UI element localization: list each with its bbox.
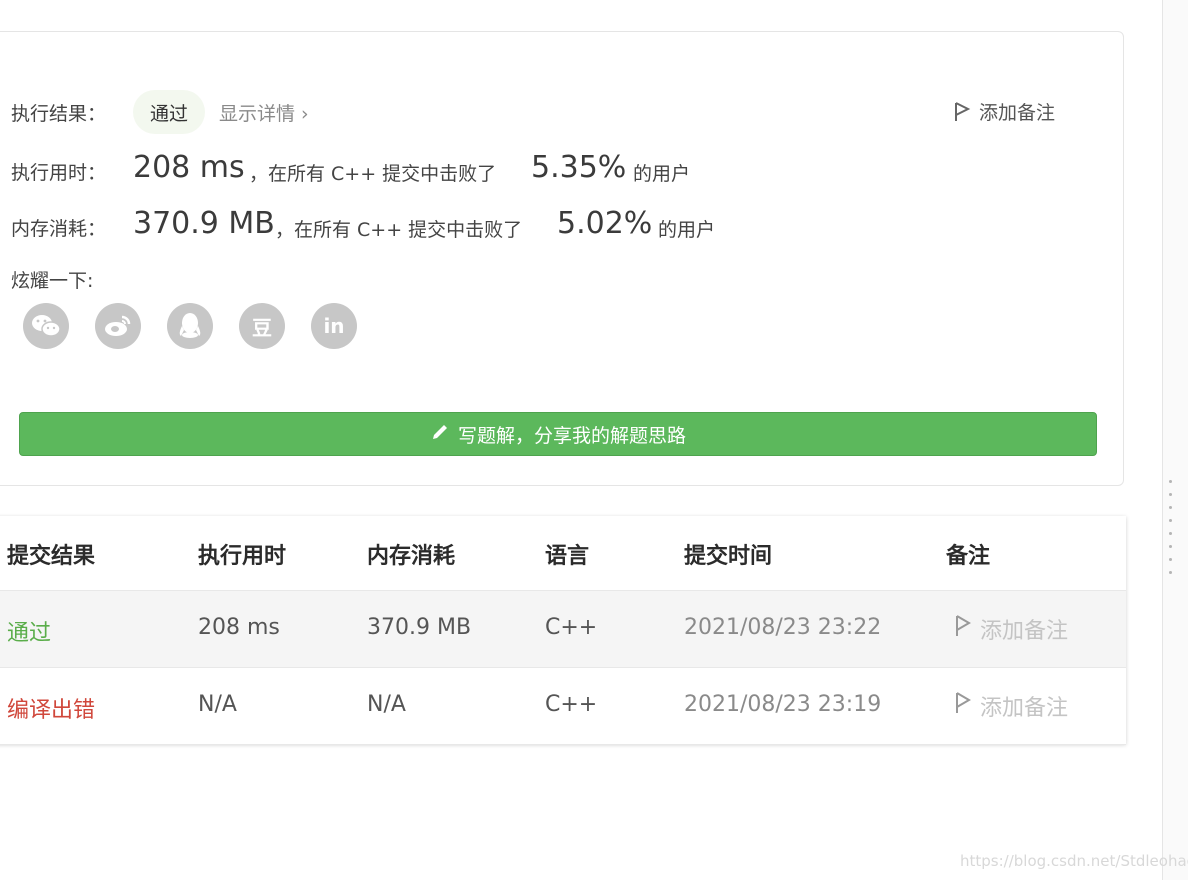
weibo-icon[interactable]	[95, 303, 141, 349]
row-status-link[interactable]: 通过	[7, 615, 51, 647]
memory-suffix: 的用户	[658, 219, 716, 241]
flag-icon	[954, 614, 972, 644]
header-status: 提交结果	[7, 544, 96, 569]
header-runtime: 执行用时	[198, 544, 287, 569]
share-icons: 豆 in	[23, 303, 357, 349]
row-language: C++	[545, 615, 598, 640]
pencil-icon	[430, 422, 450, 447]
table-header: 提交结果 执行用时 内存消耗 语言 提交时间 备注	[0, 516, 1126, 591]
header-memory: 内存消耗	[367, 544, 456, 569]
douban-icon[interactable]: 豆	[239, 303, 285, 349]
row-add-note-label: 添加备注	[980, 696, 1069, 721]
memory-label: 内存消耗：	[11, 218, 107, 240]
add-note-label: 添加备注	[979, 102, 1056, 124]
row-runtime: 208 ms	[198, 615, 280, 640]
linkedin-glyph: in	[323, 314, 345, 338]
submissions-table: 提交结果 执行用时 内存消耗 语言 提交时间 备注 通过 208 ms 370.…	[0, 516, 1126, 745]
add-note-button[interactable]: 添加备注	[953, 98, 1055, 125]
runtime-percent: 5.35%	[531, 150, 627, 185]
wechat-icon[interactable]	[23, 303, 69, 349]
runtime-beat-text: ，在所有 C++ 提交中击败了	[249, 163, 497, 185]
row-memory: 370.9 MB	[367, 615, 472, 640]
row-runtime: N/A	[198, 692, 237, 717]
flag-icon	[953, 101, 971, 123]
row-language: C++	[545, 692, 598, 717]
row-add-note-button[interactable]: 添加备注	[954, 690, 1068, 722]
result-label: 执行结果：	[11, 103, 107, 125]
row-submit-time: 2021/08/23 23:22	[684, 615, 882, 640]
write-solution-label: 写题解，分享我的解题思路	[457, 424, 686, 447]
qq-icon[interactable]	[167, 303, 213, 349]
watermark: https://blog.csdn.net/Stdleohao	[960, 852, 1188, 870]
share-label: 炫耀一下:	[11, 270, 94, 292]
row-submit-time: 2021/08/23 23:19	[684, 692, 882, 717]
show-details-link[interactable]: 显示详情 ›	[219, 99, 309, 126]
header-submit-time: 提交时间	[684, 544, 773, 569]
header-language: 语言	[545, 544, 590, 569]
submission-result-card: 执行结果： 通过 显示详情 › 添加备注 执行用时： 208 ms ，在所有 C…	[0, 31, 1124, 486]
row-add-note-button[interactable]: 添加备注	[954, 613, 1068, 645]
header-note: 备注	[946, 544, 991, 569]
table-row: 通过 208 ms 370.9 MB C++ 2021/08/23 23:22 …	[0, 591, 1126, 668]
memory-percent: 5.02%	[557, 206, 653, 241]
douban-glyph: 豆	[252, 315, 272, 340]
runtime-suffix: 的用户	[633, 163, 691, 185]
linkedin-icon[interactable]: in	[311, 303, 357, 349]
flag-icon	[954, 691, 972, 721]
table-row: 编译出错 N/A N/A C++ 2021/08/23 23:19 添加备注	[0, 668, 1126, 745]
right-panel-edge	[1162, 0, 1188, 880]
write-solution-button[interactable]: 写题解，分享我的解题思路	[19, 412, 1097, 456]
runtime-value: 208 ms	[133, 150, 245, 185]
resize-handle[interactable]	[1169, 480, 1172, 574]
row-add-note-label: 添加备注	[980, 619, 1069, 644]
runtime-label: 执行用时：	[11, 162, 107, 184]
memory-beat-text: ，在所有 C++ 提交中击败了	[275, 219, 523, 241]
memory-value: 370.9 MB	[133, 206, 275, 241]
row-status-link[interactable]: 编译出错	[7, 692, 95, 724]
row-memory: N/A	[367, 692, 406, 717]
status-badge: 通过	[133, 90, 205, 134]
